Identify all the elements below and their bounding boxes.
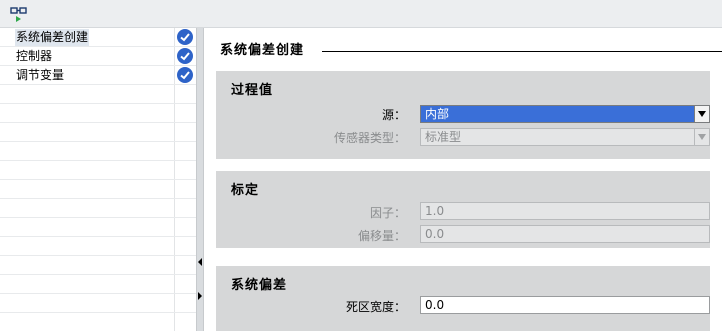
source-label: 源： <box>381 108 406 122</box>
check-circle-icon <box>177 67 193 83</box>
tree-empty-row <box>0 218 196 237</box>
tree-empty-row <box>0 237 196 256</box>
settings-panel: 系统偏差创建 过程值 源： 内部 传感器类型： 标准型 标定 因子： 1.0 偏… <box>204 28 722 331</box>
tree-empty-row <box>0 199 196 218</box>
toolbar <box>0 0 722 28</box>
dropdown-arrow-icon <box>694 129 709 145</box>
section-title: 系统偏差创建 <box>220 43 305 58</box>
tree-empty-row <box>0 313 196 331</box>
collapse-left-arrow-icon[interactable] <box>197 256 203 268</box>
tree-item-system-deviation[interactable]: 系统偏差创建 <box>0 28 196 47</box>
check-circle-icon <box>177 29 193 45</box>
sensor-type-label: 传感器类型： <box>333 131 406 145</box>
tree-item-manipulated-variable[interactable]: 调节变量 <box>0 66 196 85</box>
deadband-label: 死区宽度： <box>345 300 406 314</box>
system-deviation-group: 系统偏差 死区宽度： 0.0 <box>216 266 710 331</box>
tree-empty-row <box>0 161 196 180</box>
sensor-type-select: 标准型 <box>420 128 710 146</box>
tree-empty-row <box>0 294 196 313</box>
tree-item-label: 系统偏差创建 <box>15 29 90 46</box>
tree-empty-row <box>0 85 196 104</box>
tree-empty-row <box>0 256 196 275</box>
source-select[interactable]: 内部 <box>420 105 710 123</box>
panel-splitter[interactable] <box>196 28 204 331</box>
group-title: 标定 <box>231 183 260 198</box>
tree-empty-row <box>0 142 196 161</box>
navigation-tree: 系统偏差创建 控制器 调节变量 <box>0 28 196 331</box>
factor-field: 1.0 <box>420 202 710 220</box>
network-view-icon[interactable] <box>10 5 28 23</box>
tree-item-controller[interactable]: 控制器 <box>0 47 196 66</box>
tree-item-label: 调节变量 <box>16 68 65 82</box>
offset-field: 0.0 <box>420 225 710 243</box>
tree-item-label: 控制器 <box>16 49 53 63</box>
dropdown-arrow-icon[interactable] <box>694 106 709 122</box>
expand-right-arrow-icon[interactable] <box>197 290 203 302</box>
group-title: 过程值 <box>231 83 274 98</box>
tree-empty-row <box>0 180 196 199</box>
offset-label: 偏移量： <box>357 229 406 243</box>
check-circle-icon <box>177 48 193 64</box>
tree-empty-row <box>0 123 196 142</box>
group-title: 系统偏差 <box>231 278 288 293</box>
tree-empty-row <box>0 275 196 294</box>
scaling-group: 标定 因子： 1.0 偏移量： 0.0 <box>216 171 710 248</box>
source-value: 内部 <box>421 106 695 122</box>
app-window: 系统偏差创建 控制器 调节变量 系统偏差创建 过程值 源： 内部 传感器类型： … <box>0 0 722 331</box>
tree-empty-row <box>0 104 196 123</box>
process-value-group: 过程值 源： 内部 传感器类型： 标准型 <box>216 71 710 159</box>
deadband-field[interactable]: 0.0 <box>420 296 710 314</box>
factor-label: 因子： <box>369 206 406 220</box>
sensor-type-value: 标准型 <box>425 130 462 144</box>
section-title-rule <box>322 51 722 52</box>
